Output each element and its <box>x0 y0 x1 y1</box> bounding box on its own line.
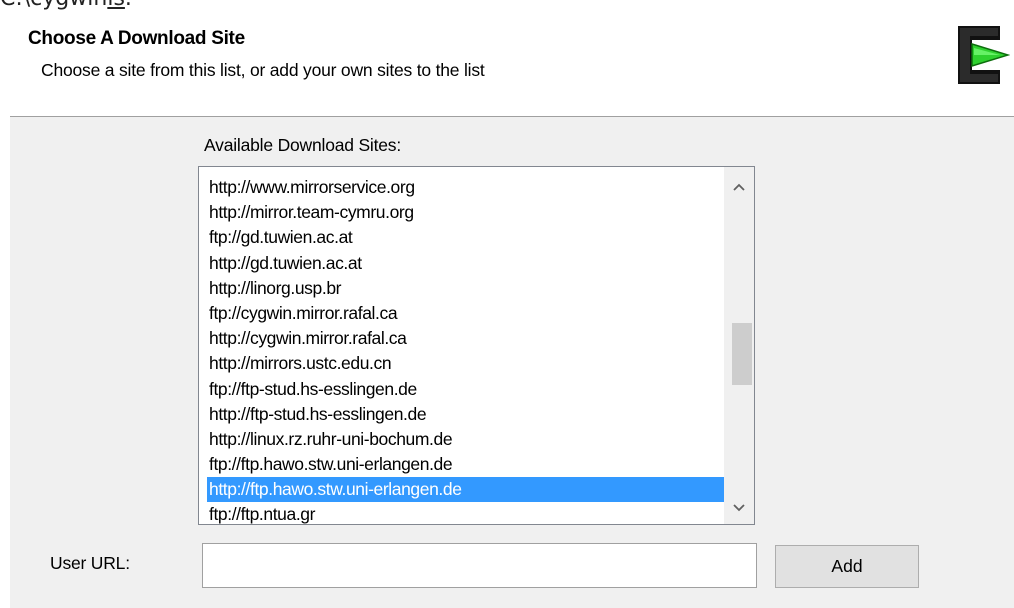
scroll-thumb[interactable] <box>732 323 752 385</box>
list-item[interactable]: ftp://ftp-stud.hs-esslingen.de <box>199 377 724 402</box>
list-item[interactable]: ftp://gd.tuwien.ac.at <box>199 225 724 250</box>
page-title: Choose A Download Site <box>28 28 245 49</box>
list-item[interactable]: http://gd.tuwien.ac.at <box>199 251 724 276</box>
background-path-text: C:\cygwinls. <box>0 0 132 14</box>
available-sites-label: Available Download Sites: <box>204 135 402 155</box>
list-item-selected[interactable]: http://ftp.hawo.stw.uni-erlangen.de <box>207 477 724 503</box>
scroll-up-button[interactable] <box>724 173 754 201</box>
list-item[interactable]: http://linorg.usp.br <box>199 276 724 301</box>
list-item[interactable]: http://ftp-stud.hs-esslingen.de <box>199 402 724 427</box>
wizard-header: Choose A Download Site Choose a site fro… <box>10 14 1014 116</box>
user-url-input[interactable] <box>202 543 757 588</box>
list-item[interactable]: ftp://ftp.hawo.stw.uni-erlangen.de <box>199 452 724 477</box>
list-scrollbar[interactable] <box>724 167 754 524</box>
list-item[interactable]: ftp://cygwin.mirror.rafal.ca <box>199 301 724 326</box>
list-item[interactable]: http://cygwin.mirror.rafal.ca <box>199 326 724 351</box>
site-list-items: http://www.mirrorservice.org http://mirro… <box>199 175 724 524</box>
add-button[interactable]: Add <box>775 545 919 588</box>
download-sites-list[interactable]: http://www.mirrorservice.org http://mirro… <box>198 166 755 525</box>
chevron-down-icon <box>733 504 745 512</box>
list-item[interactable]: http://mirror.team-cymru.org <box>199 200 724 225</box>
chevron-up-icon <box>733 183 745 191</box>
user-url-label: User URL: <box>50 553 130 573</box>
cygwin-logo-icon <box>958 26 1010 84</box>
list-item[interactable]: ftp://ftp.ntua.gr <box>199 502 724 524</box>
list-item[interactable]: http://www.mirrorservice.org <box>199 175 724 200</box>
list-item[interactable]: http://linux.rz.ruhr-uni-bochum.de <box>199 427 724 452</box>
list-item[interactable]: http://mirrors.ustc.edu.cn <box>199 351 724 376</box>
page-subtitle: Choose a site from this list, or add you… <box>41 60 485 80</box>
scroll-down-button[interactable] <box>724 494 754 522</box>
